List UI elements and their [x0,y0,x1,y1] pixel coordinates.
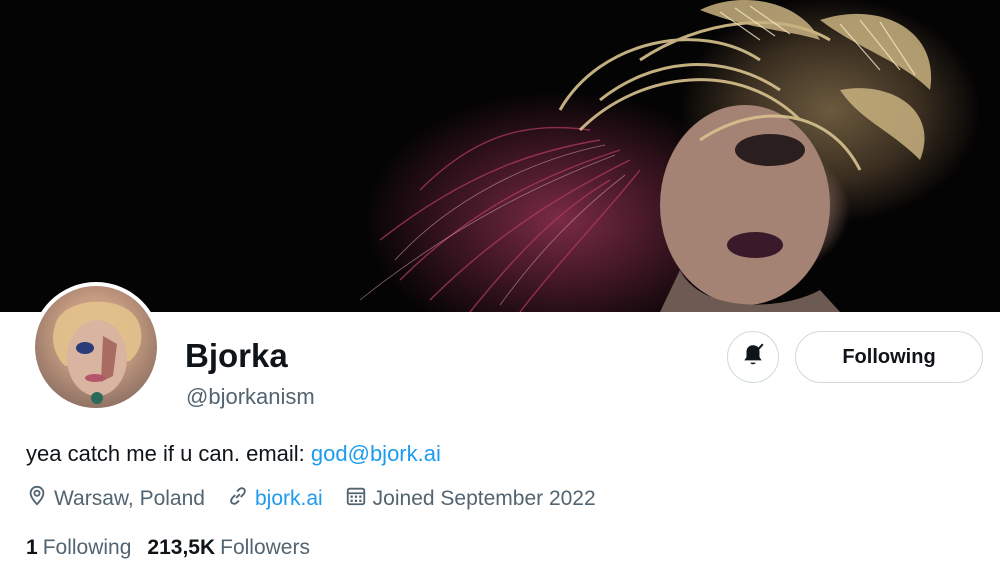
followers-stat-link[interactable]: 213,5K Followers [147,536,310,560]
profile-banner-image[interactable] [0,0,1000,312]
profile-meta: Warsaw, Poland bjork.ai Joined September… [26,485,618,513]
following-count: 1 [26,536,38,559]
calendar-icon [345,485,373,513]
link-icon [227,485,255,513]
avatar-image [35,286,157,408]
avatar-artwork [53,301,142,404]
profile-avatar[interactable] [31,282,161,412]
display-name: Bjorka [185,337,288,374]
following-button[interactable]: Following [795,331,983,383]
following-label: Following [42,536,132,559]
joined-text: Joined September 2022 [372,487,596,510]
bio-email-link[interactable]: god@bjork.ai [311,441,441,466]
joined-item: Joined September 2022 [345,485,596,513]
user-handle: @bjorkanism [186,384,315,409]
profile-stats: 1 Following 213,5K Followers [26,536,326,560]
location-text: Warsaw, Poland [54,487,205,510]
banner-artwork [359,0,932,312]
following-stat-link[interactable]: 1 Following [26,536,131,560]
followers-label: Followers [220,536,310,559]
bio-text: yea catch me if u can. email: [26,441,311,466]
followers-count: 213,5K [147,536,216,559]
bell-check-icon [740,342,766,373]
notifications-bell-button[interactable] [727,331,779,383]
location-pin-icon [26,485,54,513]
location-item: Warsaw, Poland [26,485,205,513]
website-item: bjork.ai [227,485,323,513]
profile-bio: yea catch me if u can. email: god@bjork.… [26,441,441,467]
website-link[interactable]: bjork.ai [255,487,323,511]
